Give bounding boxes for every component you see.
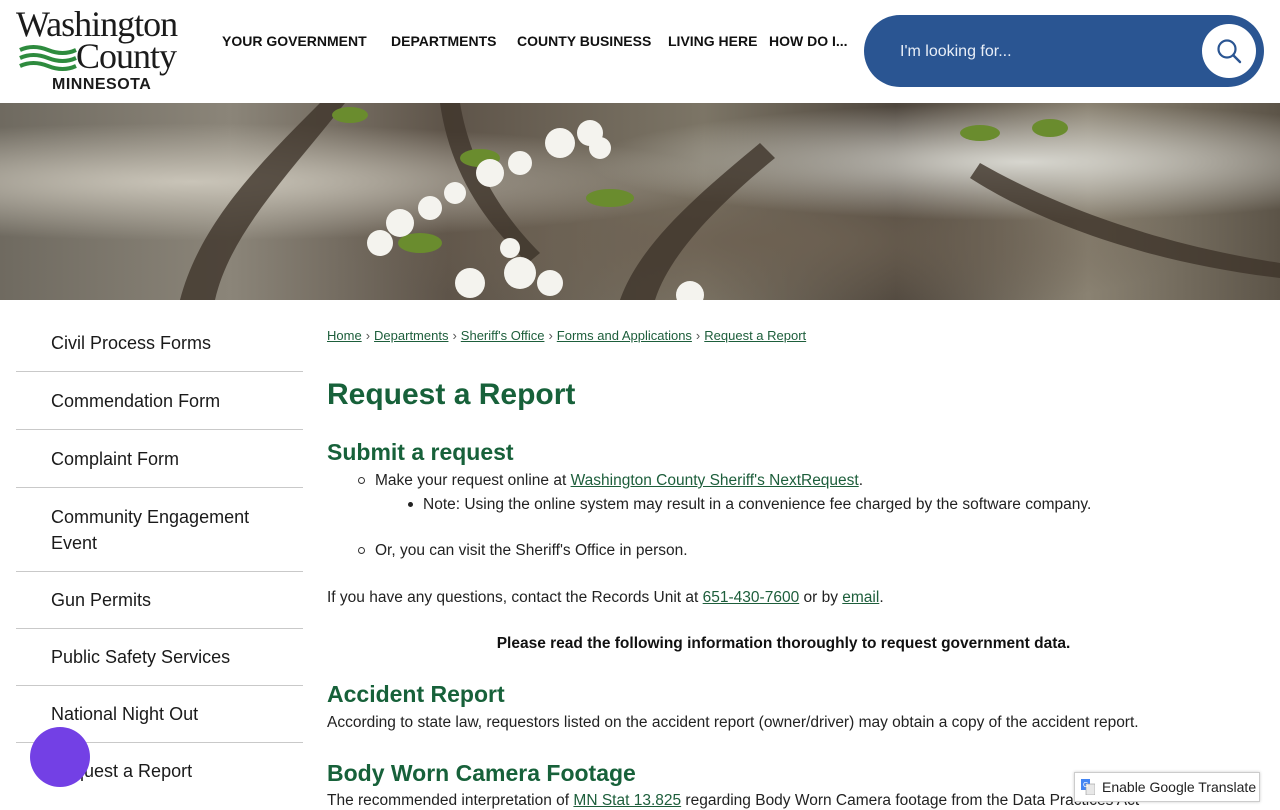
sidebar-item-label: Commendation Form	[51, 390, 221, 411]
logo-state: MINNESOTA	[52, 76, 152, 93]
phone-link[interactable]: 651-430-7600	[703, 589, 800, 606]
notice-text: Please read the following information th…	[496, 635, 1071, 652]
bullet-disc	[408, 502, 413, 507]
breadcrumb-sheriffs-office[interactable]: Sheriff's Office	[461, 328, 545, 343]
search-bar	[864, 15, 1264, 87]
mn-statute-link[interactable]: MN Stat 13.825	[573, 792, 681, 809]
nav-county-business[interactable]: COUNTY BUSINESS	[517, 33, 651, 49]
accessibility-button[interactable]	[30, 727, 90, 787]
body-camera-heading: Body Worn Camera Footage	[327, 760, 636, 786]
svg-text:G: G	[1083, 782, 1088, 789]
bullet-circle	[358, 477, 365, 484]
sidebar-item-label: National Night Out	[51, 704, 199, 724]
email-link[interactable]: email	[842, 589, 879, 606]
sidebar-item-label: Gun Permits	[51, 590, 152, 610]
bullet-circle	[358, 547, 365, 554]
nav-your-government[interactable]: YOUR GOVERNMENT	[222, 33, 367, 49]
page-title: Request a Report	[327, 378, 576, 411]
blossom-photo	[180, 103, 1280, 300]
sidebar-item-public-safety-services[interactable]: Public Safety Services	[16, 629, 303, 686]
google-translate-button[interactable]: G Enable Google Translate	[1074, 772, 1260, 802]
nav-how-do-i[interactable]: HOW DO I...	[769, 33, 848, 49]
nextrequest-link[interactable]: Washington County Sheriff's NextRequest	[571, 472, 859, 489]
sidebar-item-gun-permits[interactable]: Gun Permits	[16, 572, 303, 629]
sidebar-item-label: Civil Process Forms	[51, 332, 212, 353]
sidebar-item-commendation-form[interactable]: Commendation Form	[16, 372, 303, 430]
body-camera-text: The recommended interpretation of MN Sta…	[327, 792, 1140, 809]
sidebar-item-label: Community Engagement Event	[51, 506, 250, 553]
sidebar-item-civil-process-forms[interactable]: Civil Process Forms	[16, 314, 303, 372]
in-person-text: Or, you can visit the Sheriff's Office i…	[375, 542, 688, 559]
fee-note-text: Note: Using the online system may result…	[423, 496, 1092, 513]
breadcrumb-home[interactable]: Home	[327, 328, 362, 343]
county-logo[interactable]: Washington County MINNESOTA	[14, 6, 196, 96]
hero-banner-image	[0, 103, 1280, 300]
google-translate-icon: G	[1081, 779, 1095, 795]
online-request-text: Make your request online at Washington C…	[375, 472, 864, 489]
search-button[interactable]	[1202, 24, 1256, 78]
nav-living-here[interactable]: LIVING HERE	[668, 33, 757, 49]
accident-report-text: According to state law, requestors liste…	[327, 714, 1139, 731]
translate-label: Enable Google Translate	[1102, 779, 1257, 795]
accident-report-heading: Accident Report	[327, 681, 505, 707]
breadcrumb-departments[interactable]: Departments	[374, 328, 448, 343]
sidebar-item-community-engagement-event[interactable]: Community Engagement Event	[16, 488, 303, 572]
sidebar-item-label: Public Safety Services	[51, 647, 231, 667]
breadcrumb: Home › Departments › Sheriff's Office › Forms …	[327, 328, 807, 343]
logo-waves-icon	[19, 45, 77, 71]
submit-request-heading: Submit a request	[327, 439, 514, 465]
sidebar-item-complaint-form[interactable]: Complaint Form	[16, 430, 303, 488]
nav-departments[interactable]: DEPARTMENTS	[391, 33, 497, 49]
breadcrumb-request-a-report[interactable]: Request a Report	[704, 328, 806, 343]
breadcrumb-forms-and-applications[interactable]: Forms and Applications	[557, 328, 692, 343]
contact-text: If you have any questions, contact the R…	[327, 589, 884, 606]
search-icon	[1217, 39, 1242, 64]
sidebar-item-label: Complaint Form	[51, 448, 180, 469]
search-input[interactable]	[898, 35, 1192, 69]
site-header: Washington County MINNESOTA YOUR GOVERNM…	[0, 0, 1280, 103]
logo-text-line2: County	[76, 36, 177, 76]
